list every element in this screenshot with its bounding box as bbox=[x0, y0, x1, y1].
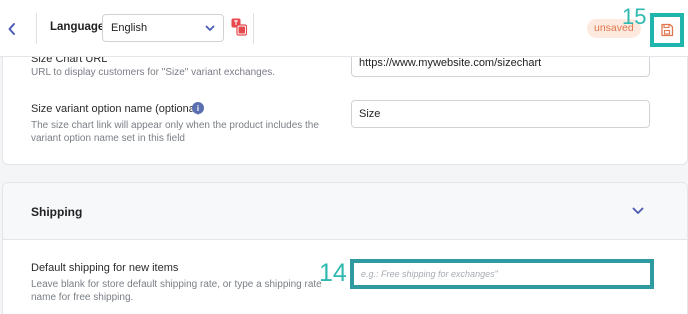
size-option-name-title: Size variant option name (optional) bbox=[31, 103, 201, 115]
translate-icon bbox=[231, 18, 248, 36]
toolbar-divider bbox=[253, 13, 254, 44]
shipping-section-header[interactable]: Shipping bbox=[3, 183, 687, 240]
shipping-card: Shipping Default shipping for new items … bbox=[2, 182, 688, 314]
chevron-left-icon bbox=[8, 22, 15, 35]
default-shipping-input[interactable]: e.g.: Free shipping for exchanges" bbox=[350, 259, 654, 289]
default-shipping-placeholder: e.g.: Free shipping for exchanges" bbox=[361, 269, 498, 279]
language-select-value: English bbox=[111, 22, 148, 34]
size-chart-card: Size Chart URL URL to display customers … bbox=[2, 40, 688, 165]
size-chart-url-value: https://www.mywebsite.com/sizechart bbox=[359, 57, 542, 69]
callout-number-14: 14 bbox=[319, 259, 347, 287]
save-button[interactable] bbox=[650, 13, 684, 47]
default-shipping-title: Default shipping for new items bbox=[31, 262, 179, 274]
callout-number-15: 15 bbox=[622, 4, 647, 29]
chevron-down-icon bbox=[205, 25, 215, 31]
size-option-help-line2: variant option name set in this field bbox=[31, 133, 185, 144]
size-option-name-input[interactable]: Size bbox=[351, 100, 650, 128]
default-shipping-help-line1: Leave blank for store default shipping r… bbox=[31, 279, 322, 290]
save-icon bbox=[661, 23, 674, 37]
top-toolbar: Language English unsaved 15 bbox=[0, 0, 688, 57]
language-select[interactable]: English bbox=[102, 14, 224, 42]
size-option-help-line1: The size chart link will appear only whe… bbox=[31, 120, 319, 131]
size-chart-url-help: URL to display customers for "Size" vari… bbox=[31, 67, 276, 78]
shipping-section-title: Shipping bbox=[31, 205, 83, 219]
info-icon[interactable]: i bbox=[192, 102, 204, 114]
size-option-name-value: Size bbox=[359, 108, 381, 120]
toolbar-divider bbox=[36, 13, 37, 44]
back-button[interactable] bbox=[0, 0, 24, 57]
default-shipping-help-line2: name for free shipping. bbox=[31, 292, 134, 303]
translate-button[interactable] bbox=[231, 18, 248, 36]
chevron-down-icon bbox=[632, 207, 644, 214]
language-label: Language bbox=[50, 21, 105, 33]
